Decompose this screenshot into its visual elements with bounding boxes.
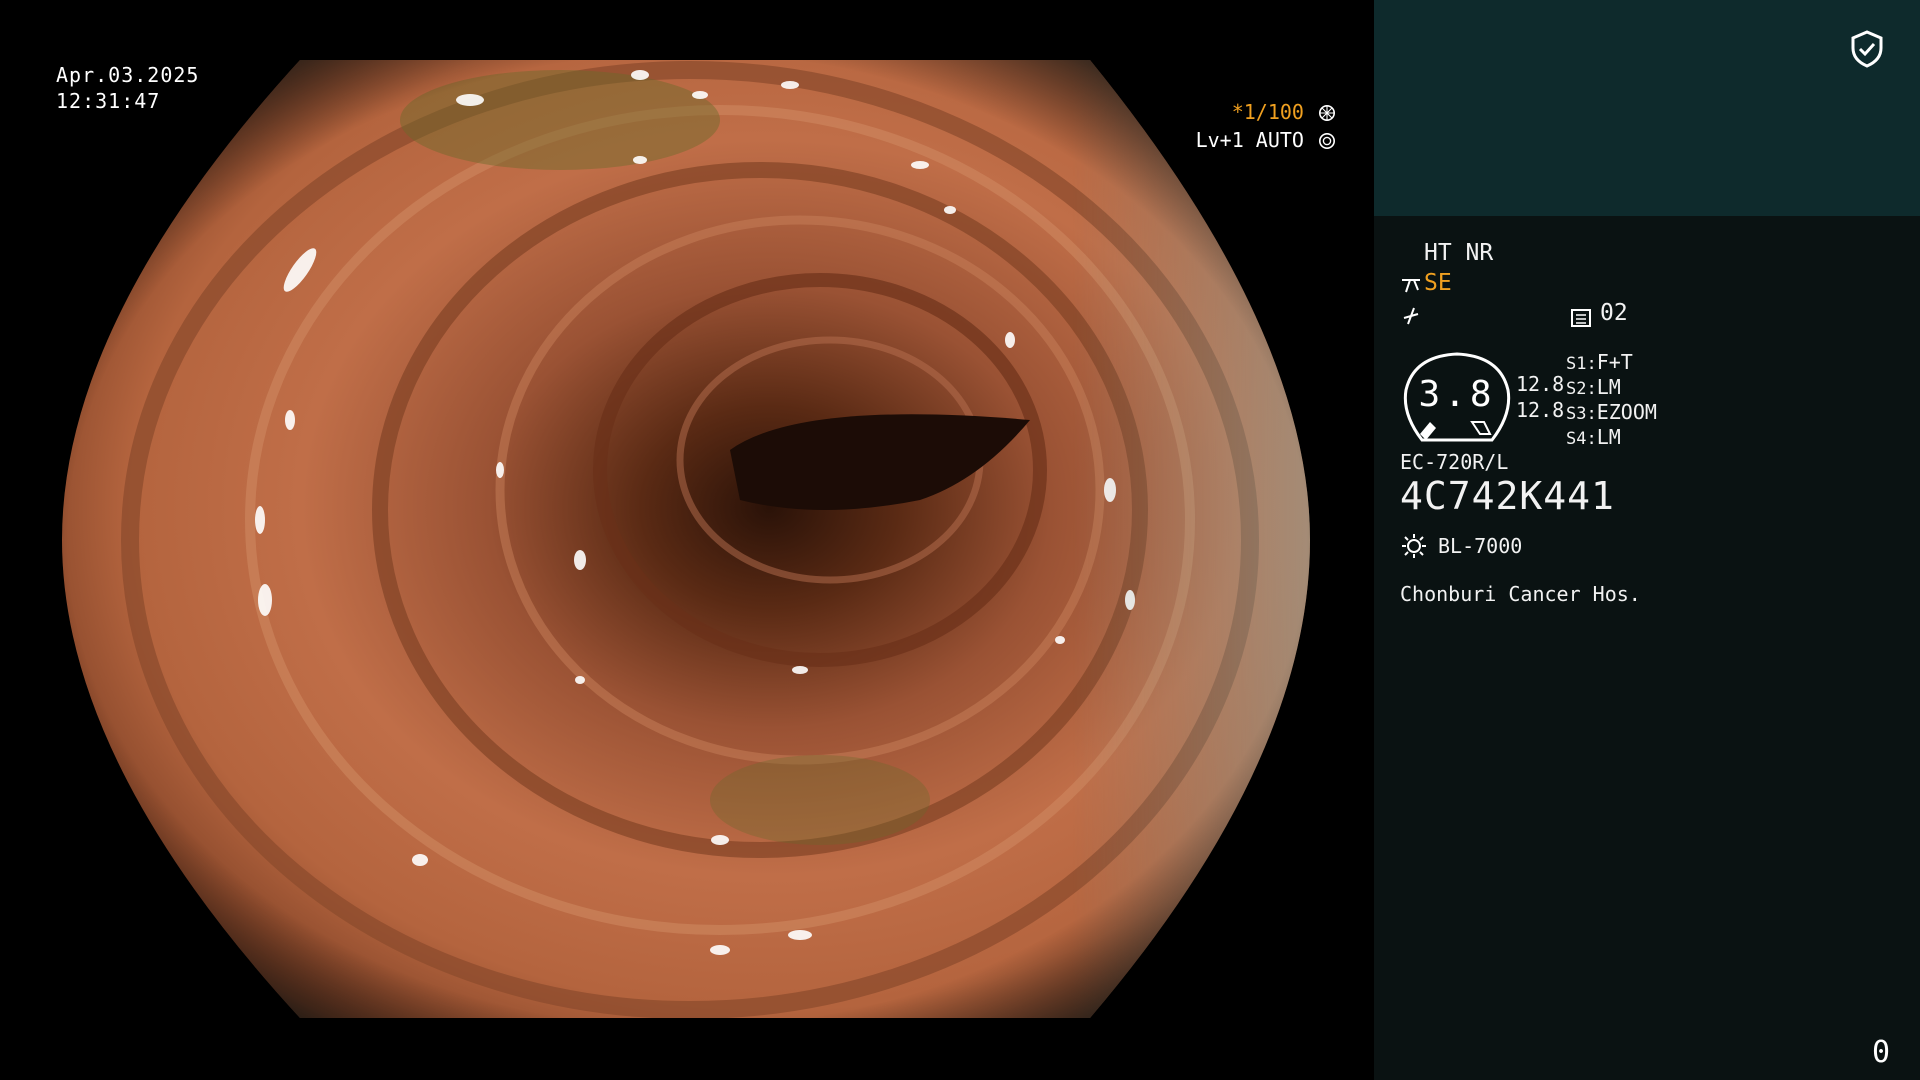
switch-row: S1:F+T [1566, 350, 1633, 374]
info-panel: HT NR SE 02 3.8 12.8 12.8 S1:F+T S2:LM S… [1374, 0, 1920, 1080]
panel-header [1374, 0, 1920, 216]
date-label: Apr.03.2025 [56, 63, 200, 87]
iris-icon [1318, 132, 1336, 150]
light-bulb-icon [1402, 534, 1426, 558]
institution: Chonburi Cancer Hos. [1400, 582, 1641, 606]
light-source: BL-7000 [1438, 534, 1523, 558]
timestamp: Apr.03.2025 12:31:47 [56, 62, 199, 114]
serial-number: 4C742K441 [1400, 474, 1615, 518]
shield-check-icon [1851, 30, 1883, 68]
scope-model: EC-720R/L [1400, 450, 1509, 474]
shutter-row: *1/100 [1196, 98, 1336, 126]
dial-value: 3.8 [1418, 374, 1496, 415]
level-label: Lv+1 AUTO [1195, 128, 1304, 152]
colon-lumen-image [62, 60, 1310, 1018]
enhance-mode: SE [1424, 270, 1452, 296]
lightning-icon [1403, 307, 1419, 325]
memory-icon [1571, 309, 1591, 327]
shutter-info: *1/100 Lv+1 AUTO [1196, 98, 1336, 154]
shutter-icon [1318, 104, 1336, 122]
switch-row: S3:EZOOM [1566, 400, 1657, 424]
readout-1: 12.8 [1516, 372, 1565, 396]
shutter-speed: *1/100 [1231, 100, 1304, 124]
switch-row: S4:LM [1566, 425, 1621, 449]
memory-number: 02 [1600, 300, 1628, 326]
endoscope-view: Apr.03.2025 12:31:47 *1/100 Lv+1 AUTO [0, 0, 1374, 1080]
scissors-icon [1402, 279, 1420, 293]
readout-2: 12.8 [1516, 398, 1565, 422]
mode-line: HT NR [1424, 240, 1494, 266]
time-label: 12:31:47 [56, 89, 161, 113]
image-counter: 0 [1871, 1035, 1890, 1070]
level-row: Lv+1 AUTO [1196, 126, 1336, 154]
switch-row: S2:LM [1566, 375, 1621, 399]
